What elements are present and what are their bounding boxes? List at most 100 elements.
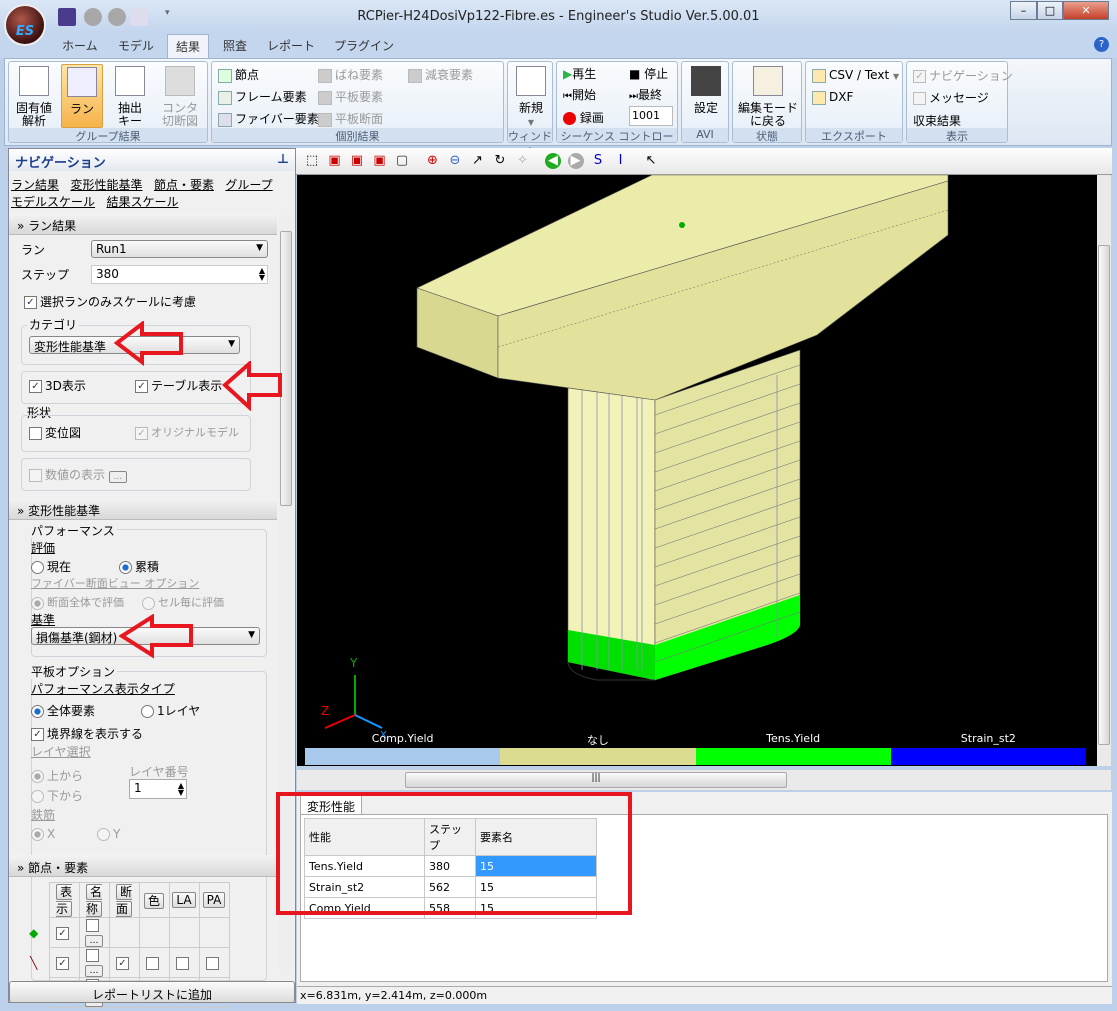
numeric-checkbox[interactable] [29,469,42,482]
tab-report[interactable]: レポート [259,37,323,54]
redo-icon[interactable] [108,8,126,26]
spinner-arrows-icon[interactable]: ▲ ▼ [178,782,184,797]
from-bottom-radio[interactable] [31,790,44,803]
link-model-scale[interactable]: モデルスケール [11,195,95,209]
one-layer-radio[interactable] [141,705,154,718]
section-deform[interactable]: » 変形性能基準 [9,498,277,520]
save-icon[interactable] [58,8,76,26]
node-button[interactable]: 節点 [218,66,259,83]
x-option[interactable]: X [31,827,55,841]
run-select[interactable]: Run1 [91,240,268,258]
dxf-export-button[interactable]: DXF [812,90,853,105]
cumulative-option[interactable]: 累積 [119,558,159,575]
per-cell-radio[interactable] [142,596,155,610]
vertical-scroll-thumb[interactable] [1098,245,1110,745]
minimize-button[interactable]: – [1010,1,1037,20]
extract-key-button[interactable]: 抽出 キー [109,66,151,128]
x-radio[interactable] [31,828,44,841]
from-top-radio[interactable] [31,770,44,783]
col-display[interactable]: 表示 [55,884,72,917]
back-to-edit-button[interactable]: 編集モード に戻る [735,66,801,128]
navigation-toggle[interactable]: ✓ ナビゲーション [913,67,1013,84]
plate-section-button[interactable]: 平板断面 [318,110,383,127]
frame-la-checkbox[interactable] [176,956,189,970]
frame-name-checkbox[interactable] [86,949,99,962]
frame-element-button[interactable]: フレーム要素 [218,88,307,105]
cumulative-radio[interactable] [119,561,132,574]
front-view-icon[interactable]: ▣ [327,153,343,169]
disp-option[interactable]: 変位図 [29,424,81,441]
all-elem-radio[interactable] [31,705,44,718]
pointer-icon[interactable]: ↖ [643,153,659,169]
col-la[interactable]: LA [172,892,196,908]
help-icon[interactable]: ? [1094,37,1109,52]
frame-name-settings[interactable]: … [85,965,103,977]
table-option[interactable]: ✓ テーブル表示 [135,377,222,394]
info-icon[interactable]: I [613,153,629,169]
col-name[interactable]: 名称 [85,884,102,917]
current-radio[interactable] [31,561,44,574]
original-checkbox[interactable]: ✓ [135,426,148,440]
3d-viewport[interactable]: Y Z X Comp.Yield なし Tens.Yield Strain_st2 [297,175,1097,766]
step-spinner[interactable]: 380 ▲ ▼ [91,265,268,284]
plate-element-button[interactable]: 平板要素 [318,88,383,105]
run-button[interactable]: ラン [61,64,103,128]
new-window-button[interactable]: 新規 ▼ [514,66,548,129]
close-button[interactable]: ✕ [1063,1,1109,20]
show3d-option[interactable]: ✓ 3D表示 [29,377,86,394]
zoom-window-icon[interactable]: ⊕ [425,153,441,169]
tab-model[interactable]: モデル [110,37,162,54]
boundary-option[interactable]: ✓ 境界線を表示する [31,725,143,742]
frame-section-checkbox[interactable]: ✓ [116,956,129,970]
tab-plugin[interactable]: プラグイン [326,37,402,54]
record-button[interactable]: 録画 [563,109,604,126]
section-nodes[interactable]: » 節点・要素 [9,855,277,877]
csv-export-button[interactable]: CSV / Text ▼ [812,68,899,83]
last-button[interactable]: ⏭最終 [629,86,662,103]
section-run-results[interactable]: » ラン結果 [9,213,277,235]
shot-icon[interactable]: S [590,153,606,169]
table-checkbox[interactable]: ✓ [135,380,148,393]
link-run-results[interactable]: ラン結果 [11,178,59,192]
zoom-out-icon[interactable]: ⊖ [447,153,463,169]
frame-pa-checkbox[interactable] [206,956,219,970]
select-all-icon[interactable]: ⬚ [304,153,320,169]
navigation-checkbox[interactable]: ✓ [913,70,926,83]
undo-icon[interactable] [84,8,102,26]
per-cell-option[interactable]: セル毎に評価 [142,594,224,610]
show3d-checkbox[interactable]: ✓ [29,380,42,393]
y-radio[interactable] [97,828,110,841]
view-horizontal-scrollbar[interactable]: ||| [297,770,1111,790]
top-view-icon[interactable]: ▣ [349,153,365,169]
back-icon[interactable]: ◀ [545,153,561,169]
maximize-button[interactable]: □ [1037,1,1063,20]
frame-spinner[interactable]: 1001 [629,106,673,126]
one-layer-option[interactable]: 1レイヤ [141,702,200,719]
numeric-option[interactable]: 数値の表示 ... [29,466,127,483]
boundary-checkbox[interactable]: ✓ [31,728,44,741]
spinner-arrows-icon[interactable]: ▲ ▼ [259,267,265,282]
scale-option[interactable]: ✓ 選択ランのみスケールに考慮 [24,293,196,310]
tab-check[interactable]: 照査 [215,37,255,54]
fiber-element-button[interactable]: ファイバー要素 [218,110,319,127]
whole-radio[interactable] [31,596,44,610]
frame-display-checkbox[interactable]: ✓ [56,956,69,970]
side-view-icon[interactable]: ▣ [372,153,388,169]
link-nodes[interactable]: 節点・要素 [154,178,214,192]
numeric-settings-button[interactable]: ... [108,471,127,483]
whole-option[interactable]: 断面全体で評価 [31,594,124,610]
stop-button[interactable]: ■ 停止 [629,65,668,82]
tab-results[interactable]: 結果 [167,34,210,58]
avi-settings-button[interactable]: 設定 [686,66,726,115]
layer-no-spinner[interactable]: 1 ▲ ▼ [129,779,187,799]
forward-icon[interactable]: ▶ [567,153,584,169]
link-group[interactable]: グループ [225,178,272,192]
play-button[interactable]: ▶再生 [563,65,596,82]
eigen-button[interactable]: 固有値 解析 [13,66,55,128]
scale-checkbox[interactable]: ✓ [24,296,37,309]
pan-icon[interactable]: ↗ [470,153,486,169]
from-top-option[interactable]: 上から [31,767,83,784]
original-option[interactable]: ✓ オリジナルモデル [135,424,239,440]
all-elem-option[interactable]: 全体要素 [31,702,95,719]
quick-access-dropdown-icon[interactable]: ▾ [165,8,170,18]
